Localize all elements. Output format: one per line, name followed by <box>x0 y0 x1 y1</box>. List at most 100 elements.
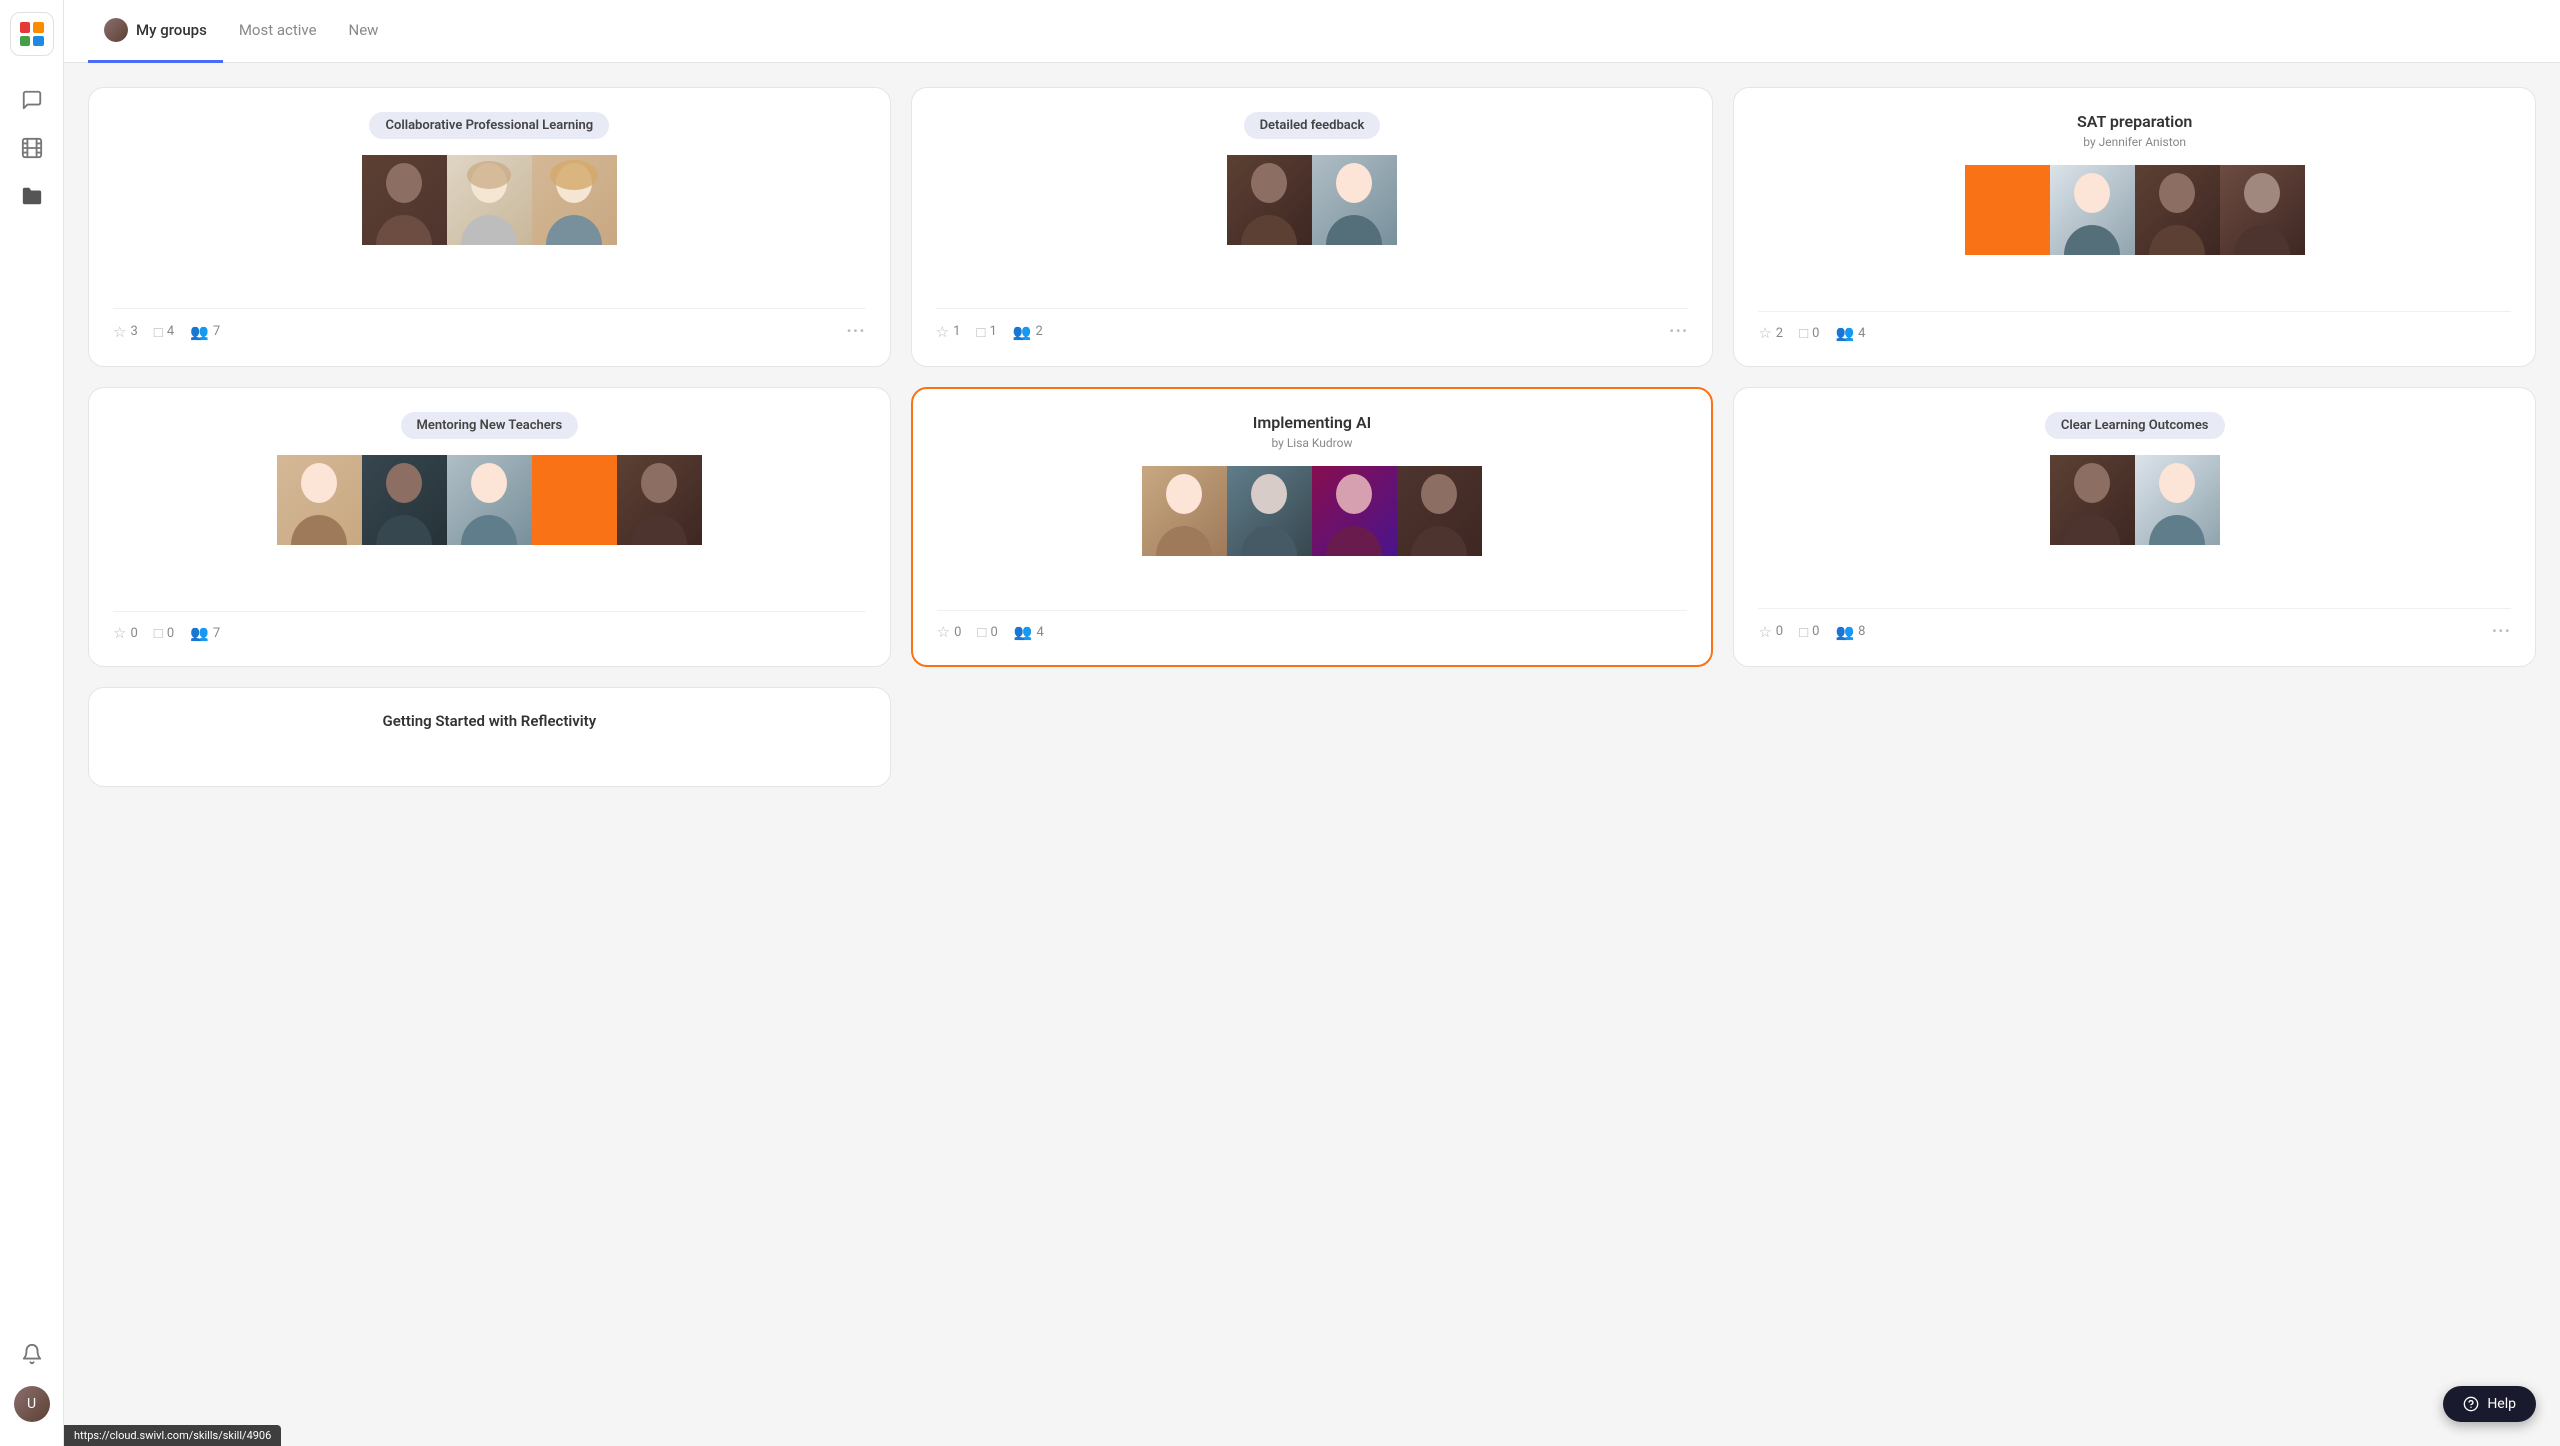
star-icon: ☆ <box>1758 324 1771 342</box>
card-photos <box>937 466 1688 586</box>
member-photo-orange <box>532 455 617 545</box>
card-photos <box>936 155 1689 284</box>
card-title: Detailed feedback <box>1244 112 1381 139</box>
empty-slot <box>911 687 1714 787</box>
tab-most-active-label: Most active <box>239 21 317 39</box>
tab-new-label: New <box>349 21 379 39</box>
card-title: Mentoring New Teachers <box>401 412 579 439</box>
members-count: 4 <box>1858 326 1865 341</box>
cards-area: Collaborative Professional Learning <box>64 63 2560 1446</box>
stars-count: 1 <box>953 324 960 339</box>
card-title-row: Clear Learning Outcomes <box>1758 412 2511 439</box>
card-title-row: Mentoring New Teachers <box>113 412 866 439</box>
sidebar-item-film[interactable] <box>12 128 52 168</box>
card-collaborative[interactable]: Collaborative Professional Learning <box>88 87 891 367</box>
card-footer: ☆ 1 □ 1 👥 2 ··· <box>936 308 1689 342</box>
members-icon: 👥 <box>1013 323 1032 341</box>
comment-icon: □ <box>976 323 985 341</box>
cards-grid: Collaborative Professional Learning <box>88 87 2536 787</box>
comment-icon: □ <box>1799 324 1808 342</box>
logo-grid <box>20 22 44 46</box>
more-button[interactable]: ··· <box>2492 621 2511 642</box>
comments-stat: □ 0 <box>977 623 997 641</box>
members-count: 2 <box>1035 324 1042 339</box>
card-implementing-ai[interactable]: Implementing AI by Lisa Kudrow <box>911 387 1714 667</box>
stars-count: 0 <box>954 625 961 640</box>
logo-cell-blue <box>33 36 44 47</box>
card-photos <box>1758 165 2511 287</box>
card-footer: ☆ 3 □ 4 👥 7 ··· <box>113 308 866 342</box>
card-subtitle: by Jennifer Aniston <box>2083 135 2186 149</box>
members-stat: 👥 4 <box>1835 324 1865 342</box>
main-content: My groups Most active New Collaborative … <box>64 0 2560 1446</box>
stars-stat: ☆ 0 <box>1758 623 1783 641</box>
stars-count: 3 <box>130 324 137 339</box>
stars-count: 0 <box>130 626 137 641</box>
app-logo[interactable] <box>10 12 54 56</box>
member-photo-2 <box>1227 466 1312 556</box>
card-footer: ☆ 2 □ 0 👥 4 <box>1758 311 2511 342</box>
url-bar: https://cloud.swivl.com/skills/skill/490… <box>64 1425 281 1446</box>
stars-stat: ☆ 0 <box>113 624 138 642</box>
tab-new[interactable]: New <box>333 3 395 60</box>
card-clear-learning[interactable]: Clear Learning Outcomes ☆ 0 <box>1733 387 2536 667</box>
members-icon: 👥 <box>1835 324 1854 342</box>
members-stat: 👥 8 <box>1835 623 1865 641</box>
help-icon <box>2463 1396 2479 1412</box>
member-photo-1 <box>1142 466 1227 556</box>
bell-icon[interactable] <box>12 1334 52 1374</box>
member-photo-3 <box>532 155 617 245</box>
comment-icon: □ <box>154 323 163 341</box>
member-photo-2 <box>1312 155 1397 245</box>
card-title-row: Collaborative Professional Learning <box>113 112 866 139</box>
card-mentoring[interactable]: Mentoring New Teachers <box>88 387 891 667</box>
card-title: Getting Started with Reflectivity <box>382 712 596 730</box>
members-stat: 👥 2 <box>1013 323 1043 341</box>
sidebar: U <box>0 0 64 1446</box>
comment-icon: □ <box>977 623 986 641</box>
comments-stat: □ 0 <box>154 624 174 642</box>
member-photo-2 <box>447 155 532 245</box>
more-button[interactable]: ··· <box>1669 321 1688 342</box>
stars-stat: ☆ 3 <box>113 323 138 341</box>
member-photo-2 <box>362 455 447 545</box>
star-icon: ☆ <box>936 323 949 341</box>
comments-count: 0 <box>167 626 174 641</box>
member-photo-1 <box>277 455 362 545</box>
member-photo-1 <box>1227 155 1312 245</box>
member-photo-orange <box>1965 165 2050 255</box>
card-title-row: Implementing AI by Lisa Kudrow <box>937 413 1688 450</box>
tab-my-groups[interactable]: My groups <box>88 0 223 63</box>
card-title: Implementing AI <box>1253 413 1372 432</box>
card-sat-prep[interactable]: SAT preparation by Jennifer Aniston <box>1733 87 2536 367</box>
members-count: 7 <box>213 626 220 641</box>
card-detailed-feedback[interactable]: Detailed feedback ☆ 1 □ <box>911 87 1714 367</box>
tab-most-active[interactable]: Most active <box>223 3 333 60</box>
member-photo-2 <box>2050 165 2135 255</box>
star-icon: ☆ <box>113 624 126 642</box>
card-title: SAT preparation <box>2077 112 2192 131</box>
member-photo-3 <box>2135 165 2220 255</box>
user-avatar[interactable]: U <box>14 1386 50 1422</box>
member-photo-1 <box>362 155 447 245</box>
help-button[interactable]: Help <box>2443 1386 2536 1422</box>
star-icon: ☆ <box>937 623 950 641</box>
card-getting-started[interactable]: Getting Started with Reflectivity <box>88 687 891 787</box>
card-photos <box>1758 455 2511 584</box>
card-photos <box>113 155 866 284</box>
more-button[interactable]: ··· <box>846 321 865 342</box>
sidebar-item-chat[interactable] <box>12 80 52 120</box>
members-icon: 👥 <box>1835 623 1854 641</box>
members-stat: 👥 7 <box>190 323 220 341</box>
card-footer: ☆ 0 □ 0 👥 7 <box>113 611 866 642</box>
tab-avatar <box>104 18 128 42</box>
star-icon: ☆ <box>1758 623 1771 641</box>
sidebar-item-folder[interactable] <box>12 176 52 216</box>
comments-stat: □ 0 <box>1799 623 1819 641</box>
members-icon: 👥 <box>190 624 209 642</box>
help-label: Help <box>2487 1396 2516 1412</box>
member-photo-5 <box>617 455 702 545</box>
empty-slot-2 <box>1733 687 2536 787</box>
comments-count: 4 <box>167 324 174 339</box>
stars-count: 2 <box>1776 326 1783 341</box>
